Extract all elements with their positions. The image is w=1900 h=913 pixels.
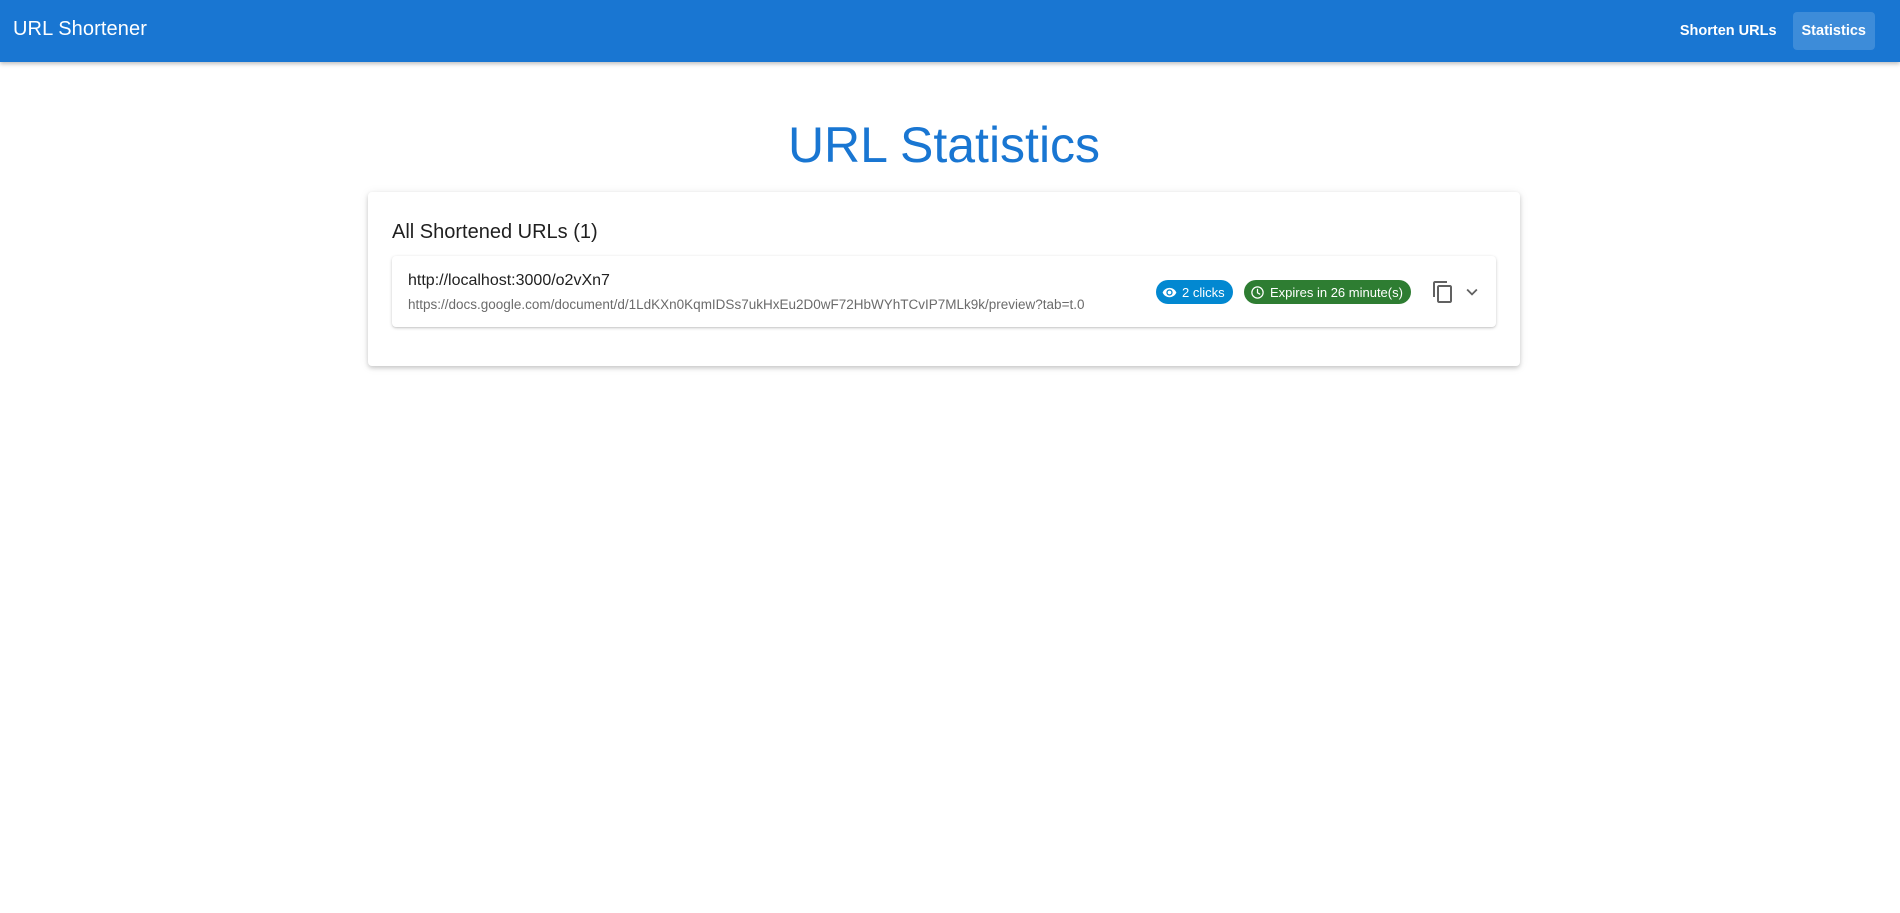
app-title: URL Shortener [13,18,147,40]
copy-button[interactable] [1428,277,1458,307]
url-list-item[interactable]: http://localhost:3000/o2vXn7 https://doc… [392,256,1496,327]
top-nav: Shorten URLs Statistics [1664,12,1875,50]
eye-icon [1162,287,1177,297]
expiry-text: Expires in 26 minute(s) [1270,284,1403,300]
page-title: URL Statistics [787,117,1101,173]
copy-icon [1433,281,1452,303]
short-url: http://localhost:3000/o2vXn7 [408,272,610,289]
expand-button[interactable] [1457,277,1487,307]
expiry-chip: Expires in 26 minute(s) [1244,280,1411,304]
clock-icon [1251,285,1264,299]
urls-card: All Shortened URLs (1) http://localhost:… [368,192,1520,366]
card-heading: All Shortened URLs (1) [392,221,598,243]
original-url: https://docs.google.com/document/d/1LdKX… [408,297,1085,312]
app-bar: URL Shortener Shorten URLs Statistics [0,0,1900,62]
clicks-count: 2 clicks [1182,284,1225,300]
chevron-down-icon [1466,288,1478,296]
nav-shorten-urls-button[interactable]: Shorten URLs [1671,12,1786,50]
clicks-chip: 2 clicks [1156,280,1233,304]
nav-statistics-button[interactable]: Statistics [1792,12,1875,50]
